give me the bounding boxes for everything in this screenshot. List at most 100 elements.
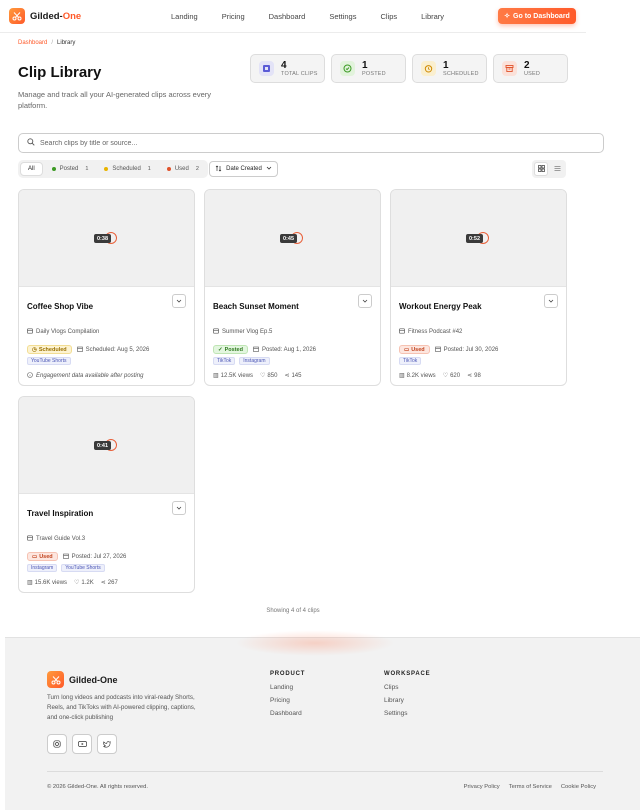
source-label: Travel Guide Vol.3: [36, 536, 86, 542]
clip-title: Coffee Shop Vibe: [27, 302, 94, 311]
privacy-policy-link[interactable]: Privacy Policy: [464, 784, 500, 790]
stat-total-clips: 4 TOTAL CLIPS: [250, 54, 325, 83]
grid-view-button[interactable]: [534, 162, 548, 176]
expand-button[interactable]: [544, 294, 558, 308]
footer-link-settings[interactable]: Settings: [384, 710, 430, 717]
views-metric: ▥ 8.2K views: [399, 372, 436, 380]
filter-posted[interactable]: Posted 1: [45, 162, 96, 176]
share-icon: ⋖: [100, 580, 106, 586]
source-label: Summer Vlog Ep.5: [222, 329, 273, 335]
go-to-dashboard-button[interactable]: ✧ Go to Dashboard: [498, 8, 576, 24]
date-label: Posted: Aug 1, 2026: [261, 346, 316, 353]
instagram-button[interactable]: [47, 734, 67, 754]
nav-link-pricing[interactable]: Pricing: [222, 12, 245, 21]
stat-label: POSTED: [362, 70, 386, 77]
footer-logo[interactable]: Gilded-One: [47, 671, 118, 688]
expand-button[interactable]: [172, 294, 186, 308]
status-badge: ▭ Used: [399, 345, 430, 354]
nav-link-clips[interactable]: Clips: [380, 12, 397, 21]
video-source-icon: [213, 328, 219, 336]
stat-posted: 1 POSTED: [331, 54, 406, 83]
calendar-icon: [253, 346, 259, 354]
film-icon: [259, 61, 274, 76]
stat-label: USED: [524, 70, 541, 77]
youtube-button[interactable]: [72, 734, 92, 754]
breadcrumb-dashboard[interactable]: Dashboard: [18, 40, 47, 46]
list-icon: [554, 165, 561, 174]
source-label: Fitness Podcast #42: [408, 329, 463, 335]
go-to-dashboard-label: Go to Dashboard: [513, 12, 570, 20]
filter-label: Posted: [59, 166, 79, 172]
clip-thumbnail[interactable]: 0:38: [19, 190, 194, 287]
nav-link-settings[interactable]: Settings: [329, 12, 356, 21]
page-subtitle: Manage and track all your AI-generated c…: [18, 90, 212, 110]
footer-link-dashboard[interactable]: Dashboard: [270, 710, 305, 717]
clip-card[interactable]: 0:41 Travel Inspiration Travel Guide Vol…: [18, 396, 195, 593]
likes-metric: ♡ 620: [442, 372, 461, 380]
stats-row: 4 TOTAL CLIPS 1 POSTED 1 SCHEDULED 2 USE…: [250, 54, 568, 83]
platform-tag: Instagram: [239, 357, 270, 365]
instagram-icon: [53, 740, 61, 748]
sort-dropdown[interactable]: Date Created: [209, 161, 278, 177]
legal-links: Privacy Policy Terms of Service Cookie P…: [464, 784, 596, 790]
status-badge: ▭ Used: [27, 552, 58, 561]
footer-workspace-heading: WORKSPACE: [384, 671, 431, 677]
stat-label: TOTAL CLIPS: [281, 70, 318, 77]
footer-link-landing[interactable]: Landing: [270, 684, 305, 691]
status-row: ◷ Scheduled Scheduled: Aug 5, 2026: [27, 345, 149, 354]
filter-used[interactable]: Used 2: [160, 162, 206, 176]
platform-tags: TikTok: [399, 357, 422, 365]
cookie-policy-link[interactable]: Cookie Policy: [561, 784, 596, 790]
breadcrumb-separator: /: [51, 40, 54, 46]
archive-icon: ▭: [404, 346, 410, 353]
share-icon: ⋖: [467, 373, 473, 379]
platform-tags: TikTok Instagram: [213, 357, 270, 365]
footer-product-heading: PRODUCT: [270, 671, 306, 677]
expand-button[interactable]: [358, 294, 372, 308]
chevron-down-icon: [266, 165, 272, 173]
filter-scheduled[interactable]: Scheduled 1: [97, 162, 157, 176]
engagement-note: Engagement data available after posting: [27, 372, 143, 380]
clip-title: Beach Sunset Moment: [213, 302, 299, 311]
terms-of-service-link[interactable]: Terms of Service: [509, 784, 552, 790]
footer-link-library[interactable]: Library: [384, 697, 430, 704]
footer-link-pricing[interactable]: Pricing: [270, 697, 305, 704]
brand-logo[interactable]: Gilded-One: [9, 8, 81, 24]
clip-thumbnail[interactable]: 0:52: [391, 190, 566, 287]
grid-icon: [537, 164, 545, 174]
footer-link-clips[interactable]: Clips: [384, 684, 430, 691]
platform-tag: TikTok: [399, 357, 422, 365]
breadcrumb-current: Library: [57, 40, 76, 46]
list-view-button[interactable]: [550, 162, 564, 176]
stat-value: 1: [362, 59, 368, 71]
search-input[interactable]: [40, 139, 540, 147]
likes-metric: ♡ 1.2K: [74, 579, 94, 587]
clip-card[interactable]: 0:38 Coffee Shop Vibe Daily Vlogs Compil…: [18, 189, 195, 386]
twitter-button[interactable]: [97, 734, 117, 754]
nav-link-dashboard[interactable]: Dashboard: [269, 12, 306, 21]
duration-badge: 0:41: [94, 441, 112, 450]
stat-scheduled: 1 SCHEDULED: [412, 54, 487, 83]
nav-links: Landing Pricing Dashboard Settings Clips…: [171, 12, 468, 21]
chevron-down-icon: [176, 506, 182, 510]
nav-link-library[interactable]: Library: [421, 12, 444, 21]
search-icon: [27, 138, 35, 148]
top-nav: Gilded-One Landing Pricing Dashboard Set…: [0, 0, 586, 33]
sparkle-icon: ✧: [504, 13, 511, 20]
clip-card[interactable]: 0:52 Workout Energy Peak Fitness Podcast…: [390, 189, 567, 386]
footer-brand-name: Gilded-One: [69, 674, 118, 685]
filter-label: Scheduled: [112, 166, 141, 172]
clip-card[interactable]: 0:45 Beach Sunset Moment Summer Vlog Ep.…: [204, 189, 381, 386]
chart-icon: ▥: [27, 580, 33, 586]
status-label: Used: [39, 553, 53, 560]
stat-value: 1: [443, 59, 449, 71]
clip-date: Scheduled: Aug 5, 2026: [76, 346, 149, 354]
clip-thumbnail[interactable]: 0:45: [205, 190, 380, 287]
filter-all[interactable]: All: [20, 162, 43, 176]
expand-button[interactable]: [172, 501, 186, 515]
clip-thumbnail[interactable]: 0:41: [19, 397, 194, 494]
status-row: ▭ Used Posted: Jul 30, 2026: [399, 345, 498, 354]
nav-link-landing[interactable]: Landing: [171, 12, 198, 21]
date-label: Posted: Jul 30, 2026: [443, 346, 499, 353]
filter-count: 1: [147, 166, 151, 172]
